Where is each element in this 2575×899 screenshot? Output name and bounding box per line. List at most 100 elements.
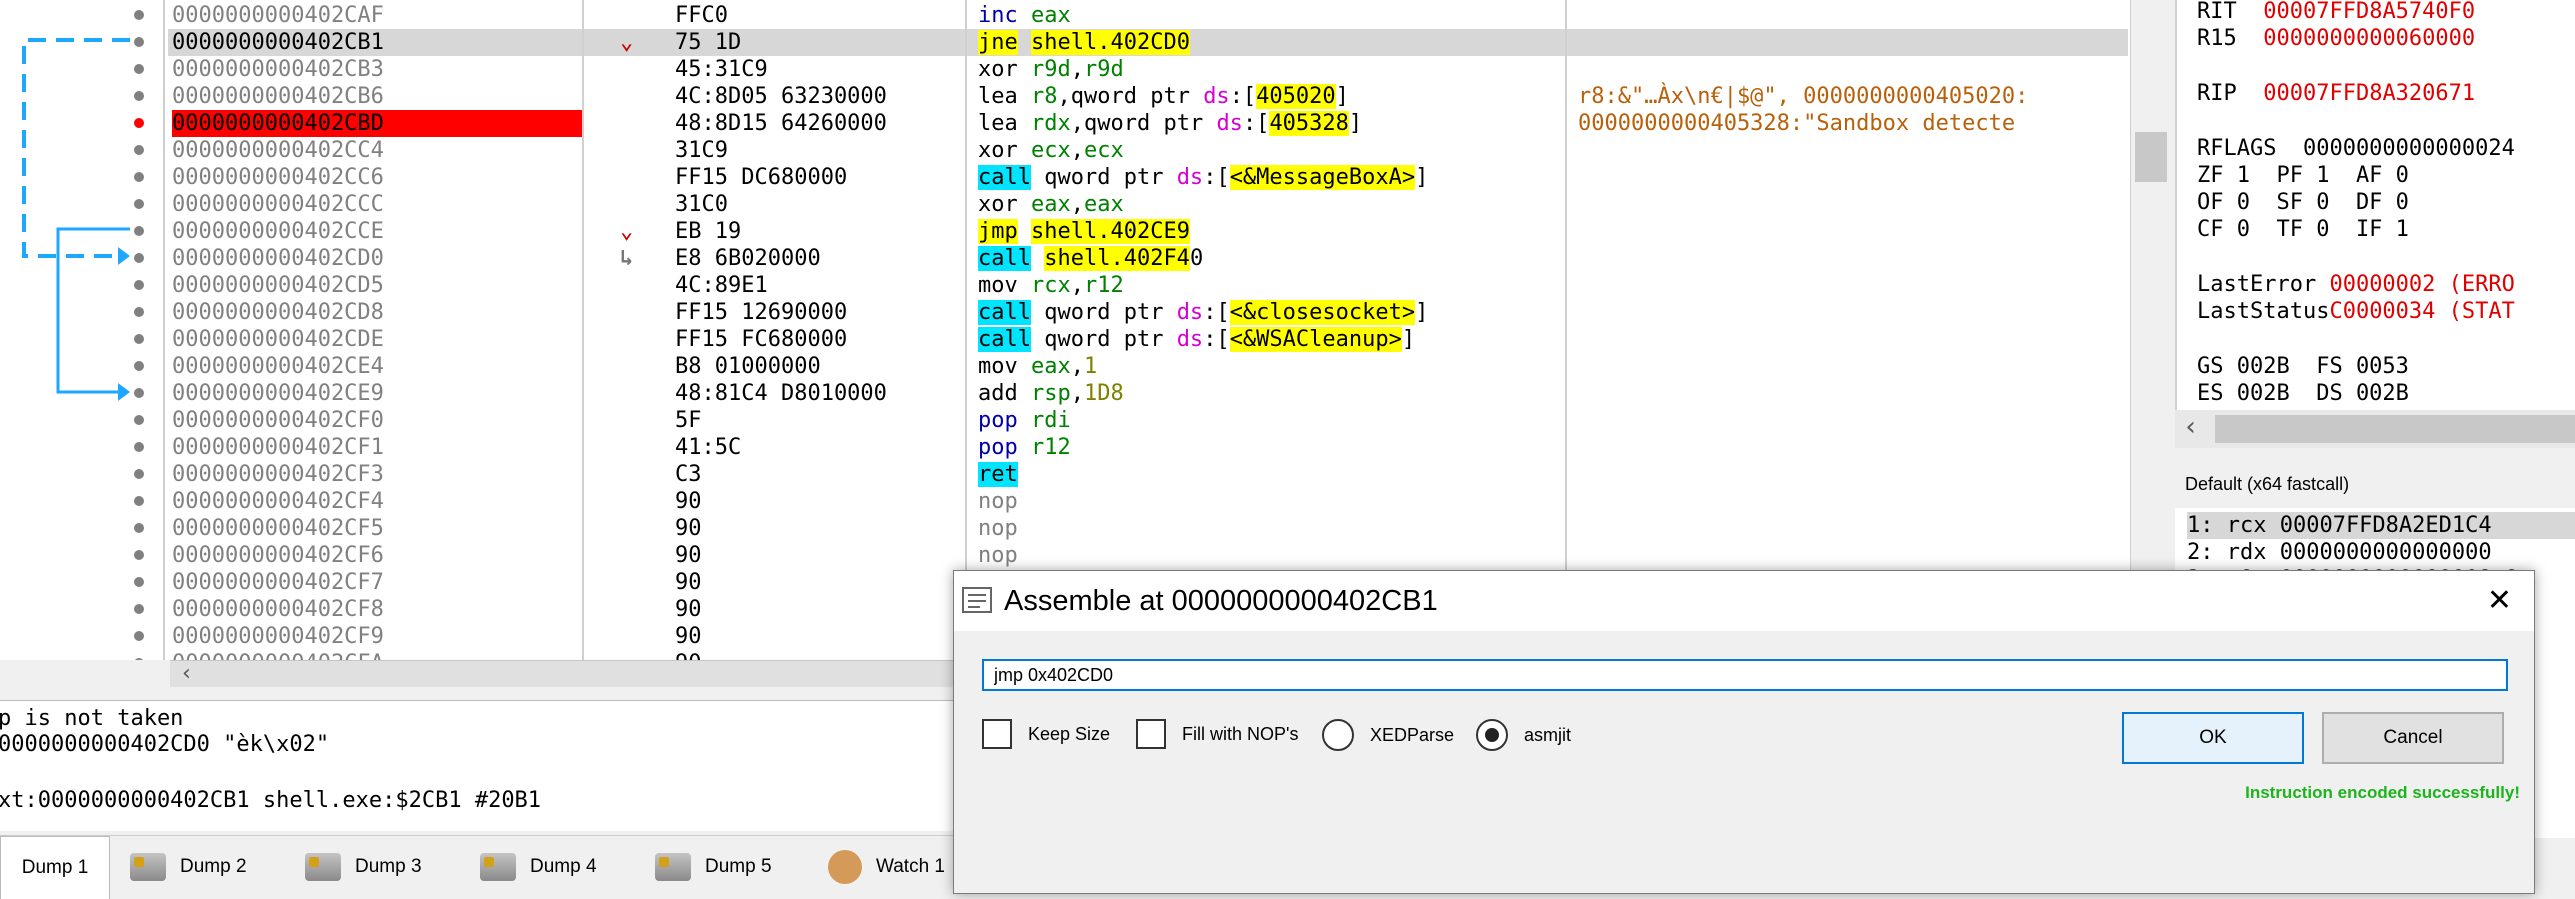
address-cell[interactable]: 0000000000402CBD <box>172 110 582 137</box>
table-row[interactable]: 0000000000402CCC 31C0 xor eax,eax <box>134 191 2128 218</box>
scroll-left-icon[interactable]: ‹ <box>180 661 193 686</box>
table-row[interactable]: 0000000000402CF1 41:5C pop r12 <box>134 434 2128 461</box>
instruction-cell[interactable]: nop <box>978 542 1018 569</box>
ok-button[interactable]: OK <box>2122 712 2304 764</box>
address-cell[interactable]: 0000000000402CE9 <box>172 380 582 407</box>
table-row[interactable]: 0000000000402CF5 90 nop <box>134 515 2128 542</box>
breakpoint-dot[interactable] <box>134 172 144 182</box>
assembly-input[interactable] <box>982 659 2508 691</box>
address-cell[interactable]: 0000000000402CCC <box>172 191 582 218</box>
address-cell[interactable]: 0000000000402CD5 <box>172 272 582 299</box>
table-row[interactable]: 0000000000402CDE FF15 FC680000 call qword … <box>134 326 2128 353</box>
instruction-cell[interactable]: lea r8,qword ptr ds:[405020] <box>978 83 1349 110</box>
table-row[interactable]: 0000000000402CE4 B8 01000000 mov eax,1 <box>134 353 2128 380</box>
table-row[interactable]: 0000000000402CC6 FF15 DC680000 call qword … <box>134 164 2128 191</box>
instruction-cell[interactable]: pop rdi <box>978 407 1071 434</box>
address-cell[interactable]: 0000000000402CC4 <box>172 137 582 164</box>
table-row[interactable]: 0000000000402CBD 48:8D15 64260000 lea rdx,… <box>134 110 2128 137</box>
register-line[interactable]: ZF 1 PF 1 AF 0 <box>2197 162 2409 189</box>
address-cell[interactable]: 0000000000402CB6 <box>172 83 582 110</box>
instruction-cell[interactable]: nop <box>978 515 1018 542</box>
breakpoint-dot[interactable] <box>134 577 144 587</box>
instruction-cell[interactable]: ret <box>978 461 1018 488</box>
close-icon[interactable]: ✕ <box>2487 583 2512 618</box>
table-row[interactable]: 0000000000402CAF FFC0 inc eax <box>134 2 2128 29</box>
checkbox-box[interactable] <box>1136 719 1166 749</box>
table-row[interactable]: 0000000000402CF4 90 nop <box>134 488 2128 515</box>
table-row[interactable]: 0000000000402CF0 5F pop rdi <box>134 407 2128 434</box>
address-cell[interactable]: 0000000000402CE4 <box>172 353 582 380</box>
address-cell[interactable]: 0000000000402CB3 <box>172 56 582 83</box>
table-row[interactable]: 0000000000402CB3 45:31C9 xor r9d,r9d <box>134 56 2128 83</box>
breakpoint-dot[interactable] <box>134 37 144 47</box>
stack-arg-row[interactable]: 1: rcx 00007FFD8A2ED1C4 <box>2187 512 2575 539</box>
address-cell[interactable]: 0000000000402CF7 <box>172 569 582 596</box>
instruction-cell[interactable]: pop r12 <box>978 434 1071 461</box>
instruction-cell[interactable]: xor r9d,r9d <box>978 56 1124 83</box>
instruction-cell[interactable]: jmp shell.402CE9 <box>978 218 1190 245</box>
breakpoint-dot[interactable] <box>134 253 144 263</box>
table-row[interactable]: 0000000000402CB6 4C:8D05 63230000 lea r8,q… <box>134 83 2128 110</box>
breakpoint-dot[interactable] <box>134 10 144 20</box>
breakpoint-dot[interactable] <box>134 523 144 533</box>
register-line[interactable]: LastStatusC0000034 (STAT <box>2197 298 2515 325</box>
tab-dump-2[interactable]: Dump 2 <box>130 836 247 898</box>
breakpoint-dot[interactable] <box>134 388 144 398</box>
breakpoint-dot[interactable] <box>134 550 144 560</box>
stack-arg-row[interactable]: 2: rdx 0000000000000000 <box>2187 539 2575 566</box>
tab-watch-1[interactable]: Watch 1 <box>828 836 945 898</box>
register-line[interactable]: OF 0 SF 0 DF 0 <box>2197 189 2409 216</box>
breakpoint-dot[interactable] <box>134 226 144 236</box>
table-row[interactable]: 0000000000402CB1 ⌄ 75 1D jne shell.402CD0 <box>134 29 2128 56</box>
address-cell[interactable]: 0000000000402CD8 <box>172 299 582 326</box>
instruction-cell[interactable]: mov rcx,r12 <box>978 272 1124 299</box>
breakpoint-dot[interactable] <box>134 118 144 128</box>
breakpoint-dot[interactable] <box>134 361 144 371</box>
breakpoint-dot[interactable] <box>134 334 144 344</box>
breakpoint-dot[interactable] <box>134 307 144 317</box>
address-cell[interactable]: 0000000000402CCE <box>172 218 582 245</box>
instruction-cell[interactable]: xor eax,eax <box>978 191 1124 218</box>
breakpoint-dot[interactable] <box>134 145 144 155</box>
address-cell[interactable]: 0000000000402CC6 <box>172 164 582 191</box>
instruction-cell[interactable]: nop <box>978 488 1018 515</box>
instruction-cell[interactable]: call shell.402F40 <box>978 245 1203 272</box>
instruction-cell[interactable]: jne shell.402CD0 <box>978 29 1190 56</box>
breakpoint-dot[interactable] <box>134 604 144 614</box>
breakpoint-dot[interactable] <box>134 496 144 506</box>
address-cell[interactable]: 0000000000402CF8 <box>172 596 582 623</box>
table-row[interactable]: 0000000000402CF6 90 nop <box>134 542 2128 569</box>
instruction-cell[interactable]: call qword ptr ds:[<&MessageBoxA>] <box>978 164 1428 191</box>
table-row[interactable]: 0000000000402CD5 4C:89E1 mov rcx,r12 <box>134 272 2128 299</box>
table-row[interactable]: 0000000000402CD0 ↳ E8 6B020000 call shell.4… <box>134 245 2128 272</box>
address-cell[interactable]: 0000000000402CF5 <box>172 515 582 542</box>
registers-panel[interactable]: RIT 00007FFD8A5740F0 R15 0000000000060000… <box>2175 0 2575 410</box>
radio-circle-selected[interactable] <box>1476 719 1508 751</box>
fill-nops-checkbox[interactable]: Fill with NOP's <box>1136 719 1298 749</box>
register-line[interactable]: CF 0 TF 0 IF 1 <box>2197 216 2409 243</box>
table-row[interactable]: 0000000000402CF3 C3 ret <box>134 461 2128 488</box>
address-cell[interactable]: 0000000000402CDE <box>172 326 582 353</box>
keep-size-checkbox[interactable]: Keep Size <box>982 719 1110 749</box>
instruction-cell[interactable]: mov eax,1 <box>978 353 1097 380</box>
address-cell[interactable]: 0000000000402CF9 <box>172 623 582 650</box>
instruction-cell[interactable]: add rsp,1D8 <box>978 380 1124 407</box>
instruction-cell[interactable]: call qword ptr ds:[<&WSACleanup>] <box>978 326 1415 353</box>
address-cell[interactable]: 0000000000402CF1 <box>172 434 582 461</box>
calling-convention-label[interactable]: Default (x64 fastcall) <box>2175 448 2575 508</box>
table-row[interactable]: 0000000000402CD8 FF15 12690000 call qword … <box>134 299 2128 326</box>
disassembly-view[interactable]: 0000000000402CAF FFC0 inc eax 0000000000402… <box>0 0 2130 660</box>
tab-dump-1[interactable]: Dump 1 <box>0 836 110 899</box>
breakpoint-dot[interactable] <box>134 280 144 290</box>
address-cell[interactable]: 0000000000402CF0 <box>172 407 582 434</box>
breakpoint-dot[interactable] <box>134 199 144 209</box>
register-line[interactable]: GS 002B FS 0053 <box>2197 353 2409 380</box>
register-line[interactable]: RIT 00007FFD8A5740F0 <box>2197 0 2475 25</box>
address-cell[interactable]: 0000000000402CB1 <box>172 29 582 56</box>
breakpoint-dot[interactable] <box>134 469 144 479</box>
tab-dump-4[interactable]: Dump 4 <box>480 836 597 898</box>
instruction-cell[interactable]: inc eax <box>978 2 1071 29</box>
breakpoint-dot[interactable] <box>134 415 144 425</box>
address-cell[interactable]: 0000000000402CD0 <box>172 245 582 272</box>
table-row[interactable]: 0000000000402CCE ⌄ EB 19 jmp shell.402CE9 <box>134 218 2128 245</box>
